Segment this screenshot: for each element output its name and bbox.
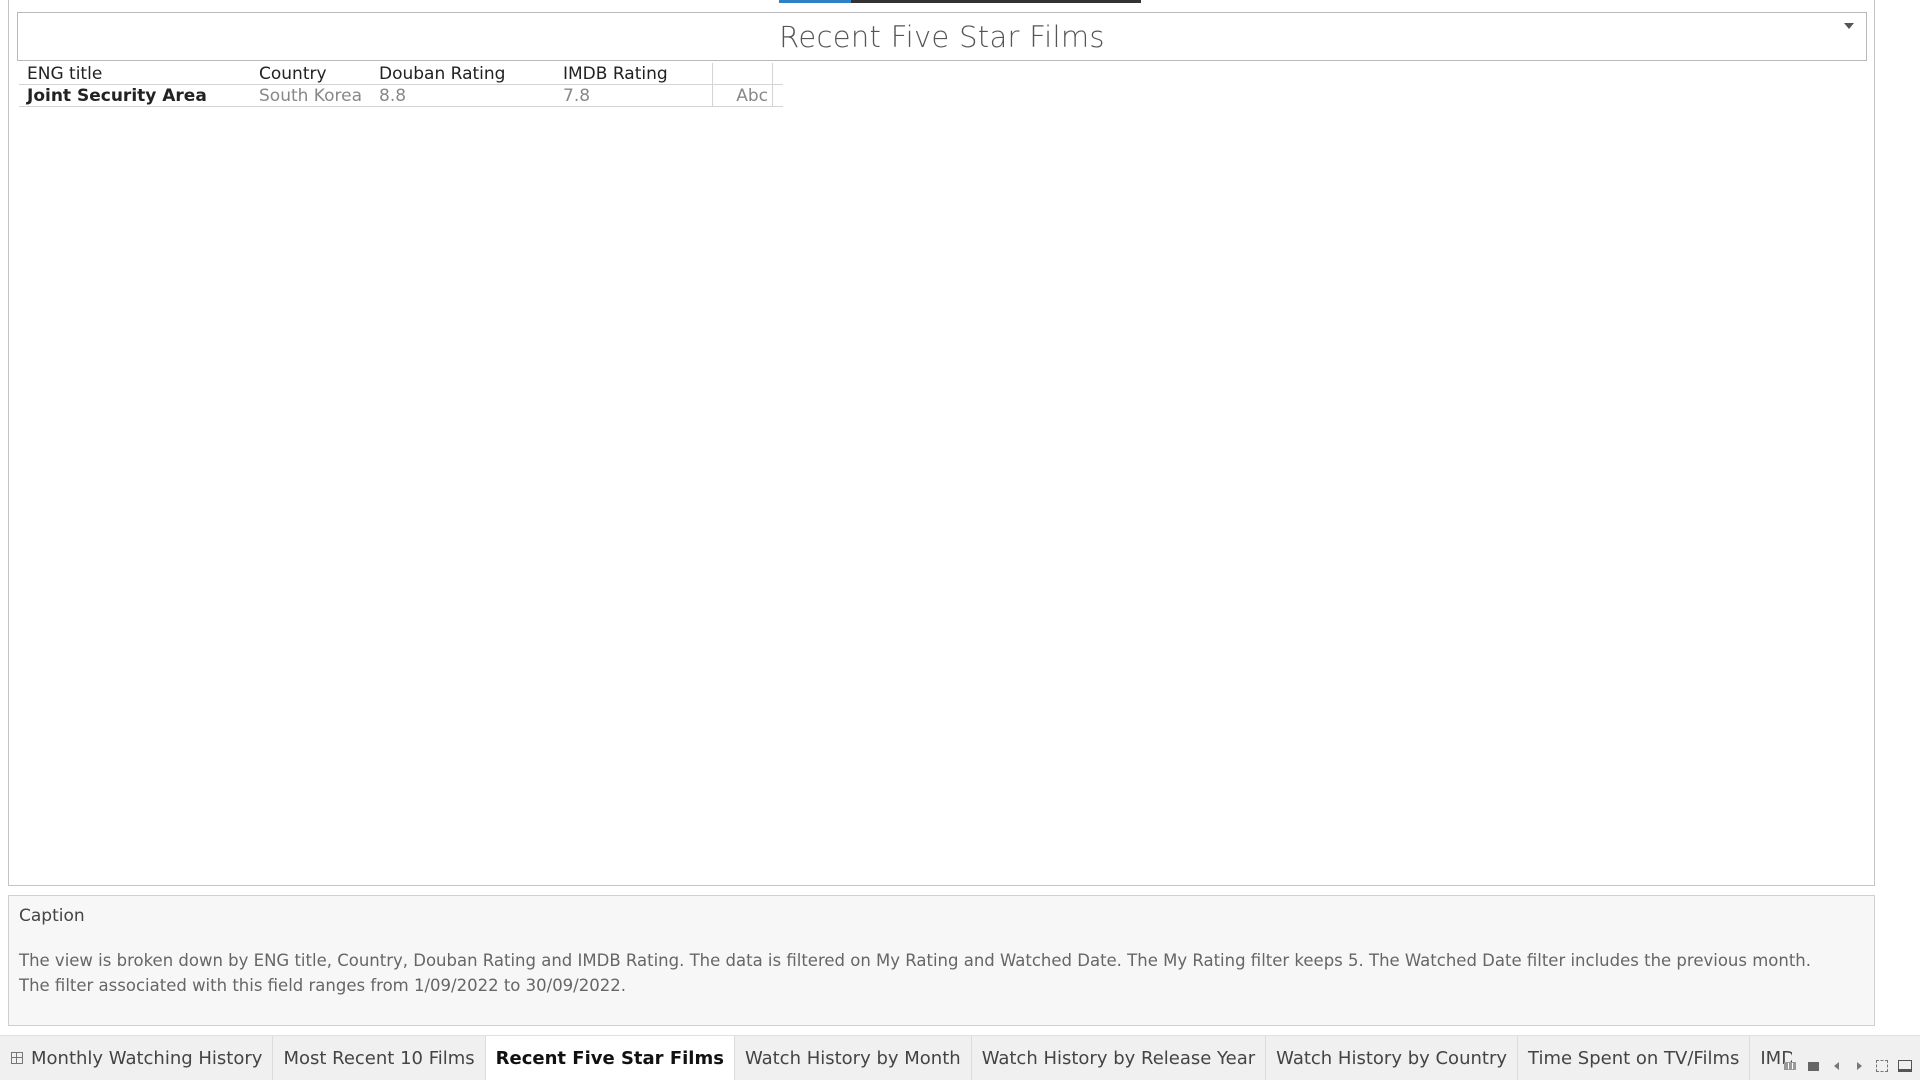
cell-eng-title[interactable]: Joint Security Area bbox=[19, 85, 251, 106]
caption-line-1: The view is broken down by ENG title, Co… bbox=[19, 951, 1812, 970]
chevron-down-icon[interactable] bbox=[1844, 23, 1854, 29]
tab-controls bbox=[1783, 1059, 1912, 1073]
sheet-tab-bar: Monthly Watching History Most Recent 10 … bbox=[0, 1035, 1920, 1080]
header-country[interactable]: Country bbox=[251, 63, 371, 84]
next-icon[interactable] bbox=[1852, 1059, 1866, 1073]
cell-douban-rating[interactable]: 8.8 bbox=[371, 85, 555, 106]
header-eng-title[interactable]: ENG title bbox=[19, 63, 251, 84]
page-title: Recent Five Star Films bbox=[779, 19, 1105, 54]
caption-line-2: The filter associated with this field ra… bbox=[19, 976, 626, 995]
fullscreen-icon[interactable] bbox=[1876, 1060, 1888, 1072]
worksheet-view bbox=[8, 0, 1875, 886]
tab-most-recent-10-films[interactable]: Most Recent 10 Films bbox=[273, 1036, 486, 1080]
tab-watch-history-by-month[interactable]: Watch History by Month bbox=[735, 1036, 972, 1080]
tab-imdb-vs-douban[interactable]: IMDB vs Dout bbox=[1750, 1036, 1792, 1080]
tab-watch-history-by-country[interactable]: Watch History by Country bbox=[1266, 1036, 1518, 1080]
grid-icon[interactable] bbox=[11, 1052, 23, 1064]
cell-text-mark[interactable]: Abc bbox=[713, 85, 773, 106]
header-douban-rating[interactable]: Douban Rating bbox=[371, 63, 555, 84]
crosstab-table: ENG title Country Douban Rating IMDB Rat… bbox=[19, 63, 783, 107]
table-row[interactable]: Joint Security Area South Korea 8.8 7.8 … bbox=[19, 85, 783, 107]
sheet-tabs: Monthly Watching History Most Recent 10 … bbox=[27, 1036, 1792, 1080]
cell-country[interactable]: South Korea bbox=[251, 85, 371, 106]
tab-watch-history-by-release-year[interactable]: Watch History by Release Year bbox=[972, 1036, 1267, 1080]
presentation-icon[interactable] bbox=[1898, 1060, 1912, 1072]
right-scrollbar-area bbox=[1895, 0, 1920, 1035]
header-imdb-rating[interactable]: IMDB Rating bbox=[555, 63, 713, 84]
top-indicator-accent bbox=[779, 0, 851, 3]
top-indicator bbox=[851, 0, 1141, 3]
header-measure bbox=[713, 63, 773, 84]
caption-panel: Caption The view is broken down by ENG t… bbox=[8, 895, 1875, 1026]
cell-imdb-rating[interactable]: 7.8 bbox=[555, 85, 713, 106]
title-panel: Recent Five Star Films bbox=[17, 12, 1867, 61]
filmstrip-icon[interactable] bbox=[1807, 1061, 1819, 1071]
sheet-sorter-icon[interactable] bbox=[1784, 1062, 1796, 1070]
caption-title: Caption bbox=[19, 906, 85, 926]
tab-monthly-watching-history[interactable]: Monthly Watching History bbox=[27, 1036, 274, 1080]
table-header: ENG title Country Douban Rating IMDB Rat… bbox=[19, 63, 783, 85]
previous-icon[interactable] bbox=[1829, 1059, 1843, 1073]
tab-time-spent-on-tv-films[interactable]: Time Spent on TV/Films bbox=[1518, 1036, 1751, 1080]
tab-recent-five-star-films[interactable]: Recent Five Star Films bbox=[485, 1036, 735, 1080]
